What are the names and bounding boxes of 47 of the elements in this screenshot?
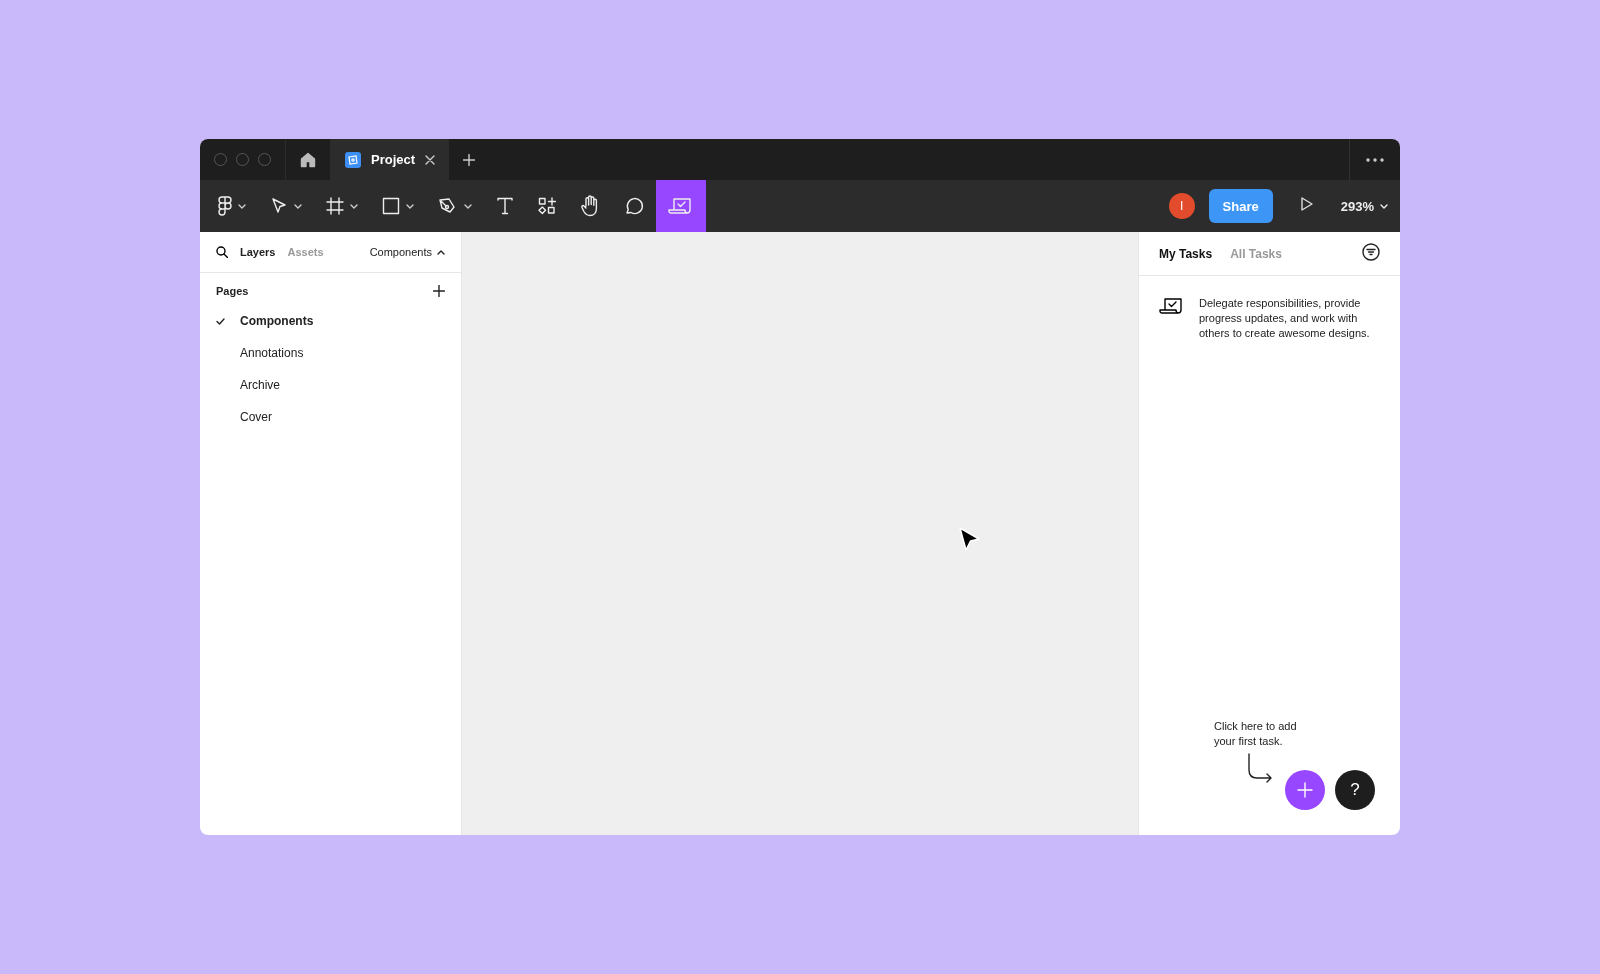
more-icon (1366, 157, 1384, 162)
caret-icon (464, 203, 472, 209)
hand-icon (580, 195, 600, 217)
file-icon (345, 151, 361, 168)
frame-icon (326, 197, 344, 215)
panel-tab[interactable]: My Tasks (1159, 246, 1213, 261)
page-item[interactable]: Components (200, 305, 461, 337)
panel-tab[interactable]: Layers (240, 246, 276, 258)
section-title: Pages (216, 285, 249, 297)
plus-icon (433, 285, 445, 297)
pen-icon (438, 197, 458, 215)
filter-icon (1362, 243, 1380, 261)
help-button[interactable]: ? (1335, 770, 1375, 810)
pointer-icon (270, 197, 288, 215)
home-icon (300, 151, 316, 168)
user-avatar[interactable]: I (1168, 193, 1195, 219)
close-icon (425, 154, 436, 165)
plus-icon (463, 153, 476, 166)
caret-icon (1380, 203, 1388, 209)
play-icon (1300, 197, 1313, 211)
zoom-menu[interactable]: 293% (1340, 198, 1388, 214)
task-laptop-icon (1159, 296, 1185, 316)
shapes-grid-icon (538, 197, 556, 215)
caret-icon (437, 249, 445, 255)
caret-icon (238, 203, 246, 209)
curved-arrow-icon (1247, 753, 1273, 783)
add-task-button[interactable] (1285, 770, 1325, 810)
hint-text: Click here to add your first task. (1214, 719, 1298, 749)
caret-icon (406, 203, 414, 209)
tab-label: Project (371, 152, 416, 167)
logo-icon (218, 196, 232, 216)
plus-icon (1297, 782, 1313, 798)
file-tab[interactable]: Project (331, 139, 450, 180)
text-icon (496, 197, 514, 215)
search-icon (216, 246, 228, 258)
page-menu[interactable]: Components (369, 246, 445, 258)
page-item[interactable]: Annotations (200, 337, 461, 369)
page-item[interactable]: Cover (200, 401, 461, 433)
cursor-icon (958, 526, 982, 554)
empty-state-text: Delegate responsibilities, provide progress updates, and work with others to create awesome designs. (1199, 296, 1371, 341)
square-icon (382, 197, 400, 215)
task-laptop-icon (668, 196, 694, 216)
caret-icon (294, 203, 302, 209)
speech-bubble-icon (624, 196, 644, 216)
caret-icon (350, 203, 358, 209)
check-icon (216, 317, 225, 325)
page-item[interactable]: Archive (200, 369, 461, 401)
